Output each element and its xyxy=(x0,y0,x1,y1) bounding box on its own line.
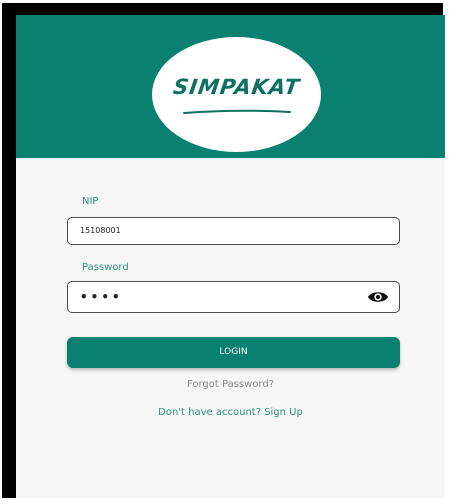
password-value: •••• xyxy=(80,290,123,304)
password-label: Password xyxy=(82,262,129,273)
sign-up-link[interactable]: Don't have account? Sign Up xyxy=(16,407,445,418)
login-button[interactable]: LOGIN xyxy=(67,337,400,368)
logo: SIMPAKAT xyxy=(152,37,321,152)
header-banner: SIMPAKAT xyxy=(16,15,445,158)
logo-text: SIMPAKAT xyxy=(171,75,302,99)
forgot-password-link[interactable]: Forgot Password? xyxy=(16,379,445,390)
nip-value: 15108001 xyxy=(80,226,121,235)
device-frame: SIMPAKAT NIP 15108001 Password •••• LOGI… xyxy=(2,3,445,498)
eye-icon[interactable] xyxy=(367,289,389,305)
nip-label: NIP xyxy=(82,196,99,207)
password-input[interactable]: •••• xyxy=(67,281,400,313)
nip-input[interactable]: 15108001 xyxy=(67,217,400,245)
logo-swoosh-icon xyxy=(183,109,291,114)
login-screen: SIMPAKAT NIP 15108001 Password •••• LOGI… xyxy=(16,15,445,498)
